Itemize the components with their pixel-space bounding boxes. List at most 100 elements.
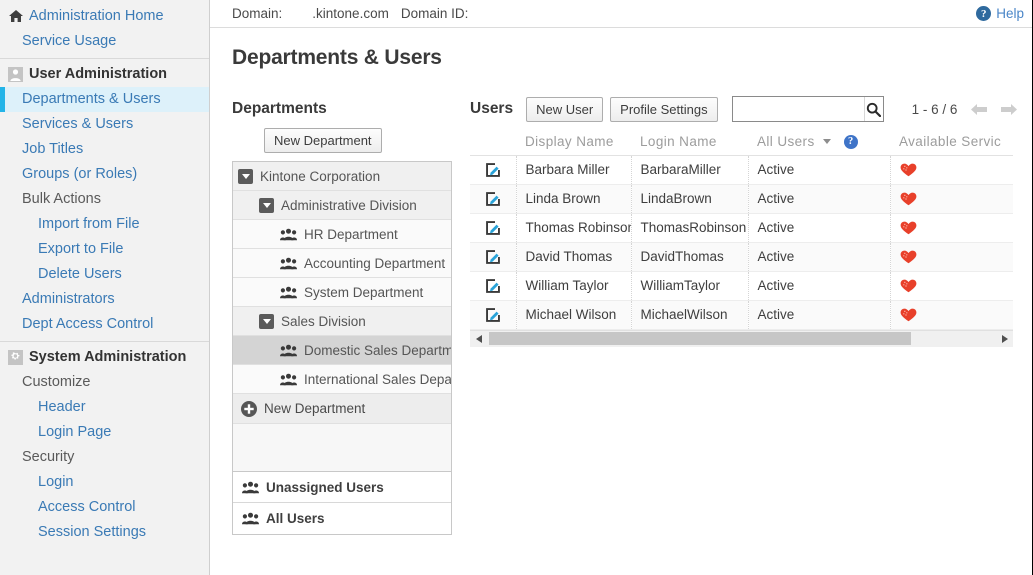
- row-edit-cell[interactable]: [470, 213, 517, 243]
- search-icon: [867, 102, 882, 117]
- row-edit-cell[interactable]: [470, 155, 517, 185]
- new-department-button-wrap: New Department: [232, 128, 452, 153]
- search-box: [731, 96, 884, 122]
- cell-login-name: BarbaraMiller: [631, 155, 749, 185]
- cell-available-service: [890, 213, 1013, 243]
- people-icon: [280, 373, 297, 385]
- table-row[interactable]: William Taylor WilliamTaylor Active: [470, 271, 1013, 301]
- sidebar-item-label: Administrators: [22, 291, 115, 307]
- column-header-edit: [470, 128, 516, 156]
- search-button[interactable]: [864, 97, 883, 121]
- sidebar-item-groups-roles[interactable]: Groups (or Roles): [0, 162, 209, 187]
- previous-page-icon[interactable]: [971, 103, 988, 116]
- table-row[interactable]: Linda Brown LindaBrown Active: [470, 184, 1013, 214]
- sidebar-item-login-page[interactable]: Login Page: [0, 420, 209, 445]
- sidebar-item-label: Login Page: [38, 424, 112, 440]
- help-link[interactable]: ? Help: [976, 6, 1024, 21]
- sidebar-item-session-settings[interactable]: Session Settings: [0, 520, 209, 545]
- table-row[interactable]: Michael Wilson MichaelWilson Active: [470, 300, 1013, 330]
- tree-node-system-department[interactable]: System Department: [233, 278, 451, 307]
- table-row[interactable]: David Thomas DavidThomas Active: [470, 242, 1013, 272]
- sidebar-item-login[interactable]: Login: [0, 470, 209, 495]
- row-edit-cell[interactable]: [470, 300, 517, 330]
- page-title: Departments & Users: [232, 46, 442, 69]
- edit-icon[interactable]: [485, 162, 501, 178]
- sidebar-item-delete-users[interactable]: Delete Users: [0, 262, 209, 287]
- sidebar-item-administrators[interactable]: Administrators: [0, 287, 209, 312]
- sidebar-item-label: Job Titles: [22, 141, 84, 157]
- search-input[interactable]: [732, 97, 865, 121]
- sidebar-divider: [0, 341, 209, 342]
- sidebar-item-departments-users[interactable]: Departments & Users: [0, 87, 209, 112]
- people-icon: [280, 344, 297, 356]
- tree-footer-unassigned-users[interactable]: Unassigned Users: [233, 472, 451, 503]
- tree-node-label: Kintone Corporation: [260, 168, 381, 184]
- row-edit-cell[interactable]: [470, 242, 517, 272]
- new-department-button[interactable]: New Department: [264, 128, 382, 153]
- help-icon: ?: [976, 6, 992, 21]
- heart-icon: [900, 308, 916, 322]
- tree-node-label: Accounting Department: [304, 255, 446, 271]
- users-table-head: Display Name Login Name All Users ? Avai…: [470, 128, 1013, 156]
- table-row[interactable]: Barbara Miller BarbaraMiller Active: [470, 155, 1013, 185]
- tree-node-domestic-sales-department[interactable]: Domestic Sales Department: [233, 336, 451, 365]
- tree-node-accounting-department[interactable]: Accounting Department: [233, 249, 451, 278]
- sidebar-item-import-from-file[interactable]: Import from File: [0, 212, 209, 237]
- row-edit-cell[interactable]: [470, 184, 517, 214]
- edit-icon[interactable]: [485, 191, 501, 207]
- scroll-left-icon[interactable]: [470, 330, 487, 347]
- scroll-right-icon[interactable]: [996, 330, 1013, 347]
- sidebar-item-export-to-file[interactable]: Export to File: [0, 237, 209, 262]
- sidebar-item-label: Groups (or Roles): [22, 166, 138, 182]
- cell-status: Active: [748, 300, 891, 330]
- admin-window: Administration Home Service Usage User A…: [0, 0, 1033, 575]
- profile-settings-button[interactable]: Profile Settings: [610, 96, 718, 122]
- domain-label: Domain:: [232, 6, 283, 21]
- sidebar-item-label: Bulk Actions: [22, 191, 101, 207]
- home-icon: [8, 9, 25, 24]
- sidebar-item-access-control[interactable]: Access Control: [0, 495, 209, 520]
- status-filter-label: All Users: [757, 133, 815, 149]
- edit-icon[interactable]: [485, 249, 501, 265]
- sidebar-item-service-usage[interactable]: Service Usage: [0, 29, 209, 54]
- next-page-icon[interactable]: [1001, 103, 1018, 116]
- tree-footer-all-users[interactable]: All Users: [233, 503, 451, 534]
- status-help-icon[interactable]: ?: [843, 134, 858, 149]
- tree-node-label: HR Department: [304, 226, 398, 242]
- sidebar-item-administration-home[interactable]: Administration Home: [0, 4, 209, 29]
- edit-icon[interactable]: [485, 278, 501, 294]
- tree-node-kintone-corporation[interactable]: Kintone Corporation: [233, 162, 451, 191]
- users-panel: Users New User Profile Settings 1 - 6 / …: [452, 92, 1032, 347]
- scrollbar-track[interactable]: [487, 330, 996, 347]
- row-edit-cell[interactable]: [470, 271, 517, 301]
- sidebar-item-services-users[interactable]: Services & Users: [0, 112, 209, 137]
- horizontal-scrollbar[interactable]: [470, 329, 1013, 347]
- scrollbar-thumb[interactable]: [489, 332, 912, 345]
- tree-node-international-sales-department[interactable]: International Sales Department: [233, 365, 451, 394]
- tree-node-label: System Department: [304, 284, 424, 300]
- edit-icon[interactable]: [485, 220, 501, 236]
- collapse-toggle-icon[interactable]: [259, 313, 274, 329]
- collapse-toggle-icon[interactable]: [238, 168, 253, 184]
- tree-node-sales-division[interactable]: Sales Division: [233, 307, 451, 336]
- tree-new-department-row[interactable]: New Department: [233, 394, 451, 424]
- domain-id-label: Domain ID:: [400, 6, 469, 21]
- sidebar-item-header[interactable]: Header: [0, 395, 209, 420]
- cell-available-service: [890, 271, 1013, 301]
- tree-node-hr-department[interactable]: HR Department: [233, 220, 451, 249]
- tree-empty-space: [233, 424, 451, 472]
- tree-node-label: Domestic Sales Department: [304, 342, 451, 358]
- gear-icon: [8, 350, 25, 365]
- sidebar-item-dept-access-control[interactable]: Dept Access Control: [0, 312, 209, 337]
- new-user-button[interactable]: New User: [526, 96, 604, 122]
- sidebar-header-system-administration: System Administration: [0, 345, 209, 370]
- sidebar-item-label: Export to File: [38, 241, 124, 257]
- sidebar-item-job-titles[interactable]: Job Titles: [0, 137, 209, 162]
- tree-node-administrative-division[interactable]: Administrative Division: [233, 191, 451, 220]
- status-filter-dropdown[interactable]: All Users: [757, 134, 831, 149]
- table-row[interactable]: Thomas Robinson ThomasRobinson Active: [470, 213, 1013, 243]
- people-icon: [242, 481, 259, 493]
- edit-icon[interactable]: [485, 307, 501, 323]
- users-table: Display Name Login Name All Users ? Avai…: [470, 128, 1013, 330]
- collapse-toggle-icon[interactable]: [259, 197, 274, 213]
